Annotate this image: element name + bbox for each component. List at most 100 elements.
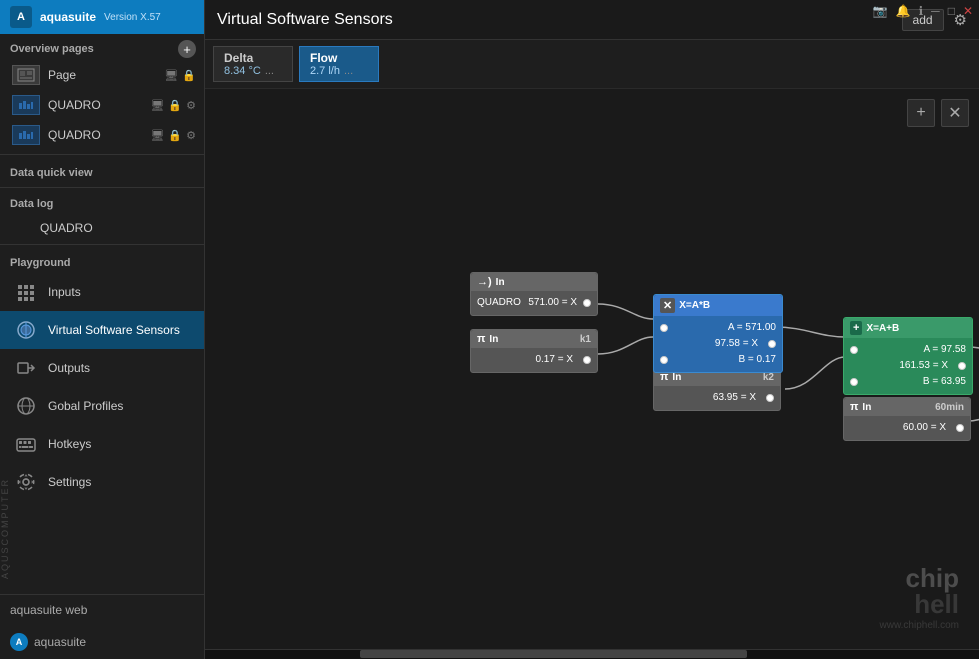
node-add-a-val: A = 97.58 <box>923 342 966 358</box>
inputs-icon <box>14 280 38 304</box>
aquasuite-link[interactable]: A aquasuite <box>0 625 204 659</box>
bell-icon[interactable]: 🔔 <box>896 4 911 18</box>
node-multiply-icon: ✕ <box>660 298 675 313</box>
global-profiles-icon <box>14 394 38 418</box>
watermark-chip-hell-row: chip <box>906 565 959 591</box>
delta-tab-value-row: 8.34 °C ... <box>224 65 282 77</box>
node-multiply-title: X=A*B <box>679 300 710 311</box>
overview-thumb-quadro2 <box>12 125 40 145</box>
node-pi-k2-title: In <box>672 372 681 383</box>
sensor-tab-flow[interactable]: Flow 2.7 l/h ... <box>299 46 379 82</box>
lock-icon-3: 🔒 <box>168 129 182 142</box>
node-add-out-val: 161.53 = X <box>899 358 948 374</box>
lock-icon: 🔒 <box>182 69 196 82</box>
main-content: 📷 🔔 ℹ ─ □ ✕ Virtual Software Sensors add… <box>205 0 979 659</box>
close-icon[interactable]: ✕ <box>963 4 973 18</box>
app-logo: A <box>10 6 32 28</box>
overview-section-header: Overview pages + <box>0 34 204 60</box>
virtual-sensors-label: Virtual Software Sensors <box>48 323 180 337</box>
playground-item-outputs[interactable]: Outputs <box>0 349 204 387</box>
data-log-quadro[interactable]: QUADRO <box>0 216 204 240</box>
overview-quadro2-icons: 🖥 🔒 ⚙ <box>150 129 196 142</box>
node-multiply[interactable]: ✕ X=A*B A = 571.00 97.58 = X B = 0.17 <box>653 294 783 373</box>
node-multiply-out-row: 97.58 = X <box>660 336 776 352</box>
playground-item-inputs[interactable]: Inputs <box>0 273 204 311</box>
node-add[interactable]: + X=A+B A = 97.58 161.53 = X B = 63.95 <box>843 317 973 395</box>
overview-item-quadro-2[interactable]: QUADRO 🖥 🔒 ⚙ <box>0 120 204 150</box>
sidebar: A aquasuite Version X.57 Overview pages … <box>0 0 205 659</box>
add-overview-btn[interactable]: + <box>178 40 196 58</box>
node-multiply-body: A = 571.00 97.58 = X B = 0.17 <box>654 316 782 372</box>
overview-quadro2-label: QUADRO <box>48 128 101 142</box>
flow-canvas: →) In QUADRO 571.00 = X π <box>205 89 979 649</box>
node-multiply-a-dot <box>660 324 668 332</box>
settings-label: Settings <box>48 475 91 489</box>
aquasuite-label: aquasuite <box>34 635 86 649</box>
divider-2 <box>0 187 204 188</box>
aquasuite-web-label: aquasuite web <box>10 603 87 617</box>
playground-item-virtual-sensors[interactable]: Virtual Software Sensors <box>0 311 204 349</box>
node-pi-k1-out-dot <box>583 356 591 364</box>
aquasuite-logo-icon: A <box>10 633 28 651</box>
node-quadro-in[interactable]: →) In QUADRO 571.00 = X <box>470 272 598 316</box>
node-add-header: + X=A+B <box>844 318 972 338</box>
scrollbar-thumb[interactable] <box>360 650 747 658</box>
divider-3 <box>0 244 204 245</box>
node-add-title: X=A+B <box>866 323 899 334</box>
overview-item-quadro-1[interactable]: QUADRO 🖥 🔒 ⚙ <box>0 90 204 120</box>
hotkeys-svg <box>16 434 36 454</box>
settings-svg <box>16 472 36 492</box>
node-pi-k1-value-row: 0.17 = X <box>477 352 591 368</box>
playground-item-settings[interactable]: Settings <box>0 463 204 501</box>
minimize-icon[interactable]: ─ <box>931 4 940 18</box>
watermark-hell-row: hell <box>914 591 959 618</box>
canvas-add-btn[interactable]: + <box>907 99 935 127</box>
delta-tab-name: Delta <box>224 51 282 65</box>
overview-page-label: Page <box>48 68 76 82</box>
bottom-links: aquasuite web A aquasuite <box>0 594 204 659</box>
virtual-sensors-icon <box>14 318 38 342</box>
quadro-thumb-icon <box>17 98 35 112</box>
sensor-tabs: Delta 8.34 °C ... Flow 2.7 l/h ... <box>205 40 979 89</box>
aquasuite-web-link[interactable]: aquasuite web <box>0 595 204 625</box>
page-title: Virtual Software Sensors <box>217 11 393 29</box>
watermark-chip: chip <box>906 565 959 591</box>
playground-item-global-profiles[interactable]: Gobal Profiles <box>0 387 204 425</box>
app-title: aquasuite <box>40 10 96 24</box>
node-multiply-out-val: 97.58 = X <box>715 336 758 352</box>
info-icon[interactable]: ℹ <box>919 4 924 18</box>
watermark-url: www.chiphell.com <box>880 620 959 631</box>
gear-icon-1: ⚙ <box>186 99 196 112</box>
node-pi-in-60min[interactable]: π In 60min 60.00 = X <box>843 397 971 441</box>
monitor-icon: 🖥 <box>164 69 178 82</box>
watermark-hell: hell <box>914 589 959 619</box>
node-pi-k2-sub: k2 <box>763 372 774 383</box>
inputs-svg <box>16 282 36 302</box>
sensor-tab-delta[interactable]: Delta 8.34 °C ... <box>213 46 293 82</box>
system-icons-bar: 📷 🔔 ℹ ─ □ ✕ <box>873 4 973 18</box>
delta-tab-dots: ... <box>265 65 274 77</box>
overview-quadro1-icons: 🖥 🔒 ⚙ <box>150 99 196 112</box>
maximize-icon[interactable]: □ <box>948 4 955 18</box>
node-pi-in-k2[interactable]: π In k2 63.95 = X <box>653 367 781 411</box>
camera-icon[interactable]: 📷 <box>873 4 888 18</box>
node-add-out-dot <box>958 362 966 370</box>
watermark-logo: chip hell <box>906 565 959 618</box>
gear-icon-2: ⚙ <box>186 129 196 142</box>
node-multiply-a-row: A = 571.00 <box>660 320 776 336</box>
node-pi-in-k1[interactable]: π In k1 0.17 = X <box>470 329 598 373</box>
overview-item-page[interactable]: Page 🖥 🔒 <box>0 60 204 90</box>
canvas-close-btn[interactable]: ✕ <box>941 99 969 127</box>
node-quadro-in-header: →) In <box>471 273 597 291</box>
hotkeys-icon <box>14 432 38 456</box>
node-add-b-row: B = 63.95 <box>850 374 966 390</box>
flow-tab-value: 2.7 l/h <box>310 65 340 77</box>
node-pi-60min-value: 60.00 = X <box>903 420 946 436</box>
node-pi-k1-icon: π <box>477 333 485 345</box>
node-pi-k1-value: 0.17 = X <box>535 352 573 368</box>
node-add-b-val: B = 63.95 <box>923 374 966 390</box>
node-pi-60min-body: 60.00 = X <box>844 416 970 440</box>
node-pi-k1-body: 0.17 = X <box>471 348 597 372</box>
bottom-scrollbar[interactable] <box>205 649 979 659</box>
playground-item-hotkeys[interactable]: Hotkeys <box>0 425 204 463</box>
